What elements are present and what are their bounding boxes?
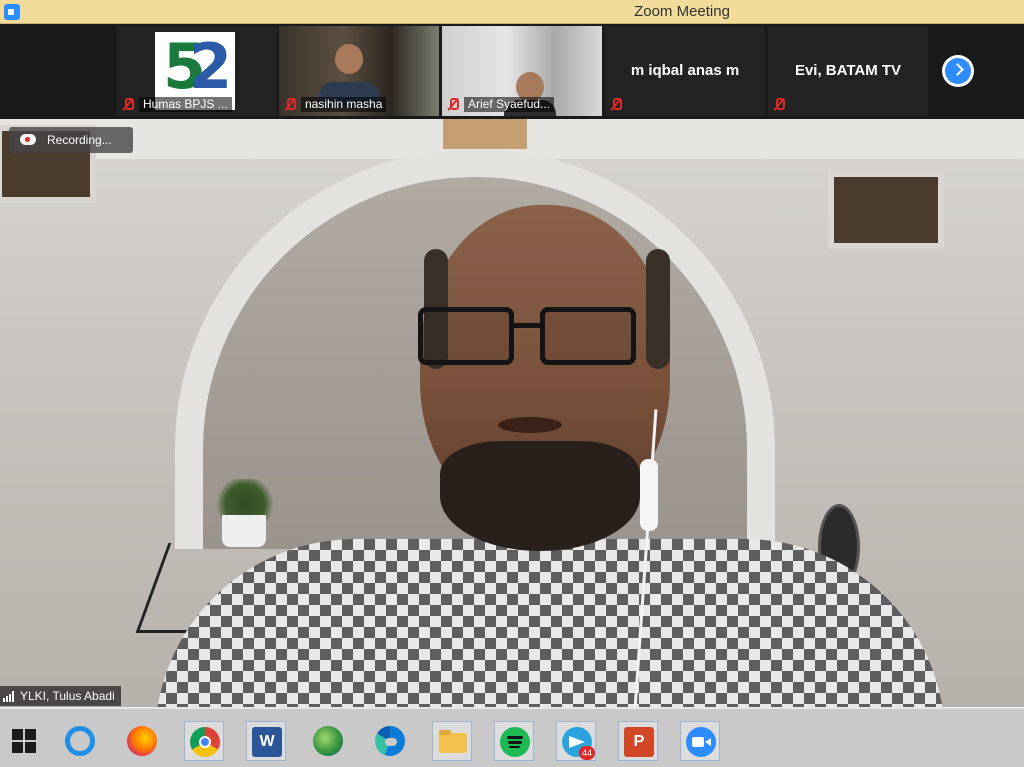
notification-badge: 44 bbox=[579, 746, 595, 760]
participant-tile[interactable]: Arief Syaefud... bbox=[442, 26, 602, 116]
edge-icon bbox=[375, 726, 405, 756]
windows-icon bbox=[12, 729, 36, 753]
taskbar-word[interactable]: W bbox=[246, 721, 286, 761]
zoom-icon bbox=[686, 727, 716, 757]
participant-name: nasihin masha bbox=[301, 97, 387, 112]
taskbar-spotify[interactable] bbox=[494, 721, 534, 761]
windows-taskbar: W 44 P bbox=[0, 707, 1024, 767]
taskbar-internet-explorer[interactable] bbox=[60, 721, 100, 761]
internet-explorer-icon bbox=[65, 726, 95, 756]
taskbar-file-explorer[interactable] bbox=[432, 721, 472, 761]
gallery-strip: 52 Humas BPJS ... nasihin masha Arief Sy… bbox=[0, 24, 1024, 119]
next-page-button[interactable] bbox=[942, 55, 974, 87]
participant-name: m iqbal anas m bbox=[630, 62, 740, 79]
microphone-muted-icon bbox=[283, 98, 296, 111]
recording-label: Recording... bbox=[47, 133, 112, 147]
firefox-icon bbox=[127, 726, 157, 756]
wall-vent bbox=[828, 171, 944, 249]
cloud-recording-icon bbox=[20, 134, 36, 145]
folder-icon bbox=[438, 727, 468, 757]
taskbar-chrome[interactable] bbox=[184, 721, 224, 761]
start-button[interactable] bbox=[4, 721, 44, 761]
participant-name: Humas BPJS ... bbox=[139, 97, 232, 112]
taskbar-zoom[interactable] bbox=[680, 721, 720, 761]
word-icon: W bbox=[252, 727, 282, 757]
microphone-muted-icon bbox=[446, 98, 459, 111]
participant-tile[interactable]: m iqbal anas m bbox=[605, 26, 765, 116]
signal-strength-icon bbox=[3, 691, 16, 702]
title-bar: Zoom Meeting bbox=[0, 0, 1024, 24]
participant-name: Arief Syaefud... bbox=[464, 97, 555, 112]
idm-icon bbox=[313, 726, 343, 756]
participant-name: Evi, BATAM TV bbox=[794, 62, 902, 79]
recording-indicator[interactable]: Recording... bbox=[9, 127, 133, 153]
spotify-icon bbox=[500, 727, 530, 757]
taskbar-powerpoint[interactable]: P bbox=[618, 721, 658, 761]
powerpoint-icon: P bbox=[624, 727, 654, 757]
taskbar-download-manager[interactable] bbox=[308, 721, 348, 761]
participant-tile[interactable]: 52 Humas BPJS ... bbox=[117, 26, 277, 116]
taskbar-edge[interactable] bbox=[370, 721, 410, 761]
microphone-muted-icon bbox=[772, 98, 785, 111]
microphone-muted-icon bbox=[609, 98, 622, 111]
participant-tile[interactable]: Evi, BATAM TV bbox=[768, 26, 928, 116]
microphone-muted-icon bbox=[121, 98, 134, 111]
active-speaker-label: YLKI, Tulus Abadi bbox=[0, 686, 121, 706]
chevron-right-icon bbox=[951, 63, 964, 76]
taskbar-telegram[interactable]: 44 bbox=[556, 721, 596, 761]
chrome-icon bbox=[190, 727, 220, 757]
speaker-name: YLKI, Tulus Abadi bbox=[20, 689, 115, 703]
participant-video bbox=[335, 44, 363, 74]
participant-tile[interactable]: nasihin masha bbox=[279, 26, 439, 116]
window-title: Zoom Meeting bbox=[634, 3, 730, 20]
taskbar-firefox[interactable] bbox=[122, 721, 162, 761]
active-speaker-video[interactable] bbox=[0, 119, 1024, 707]
